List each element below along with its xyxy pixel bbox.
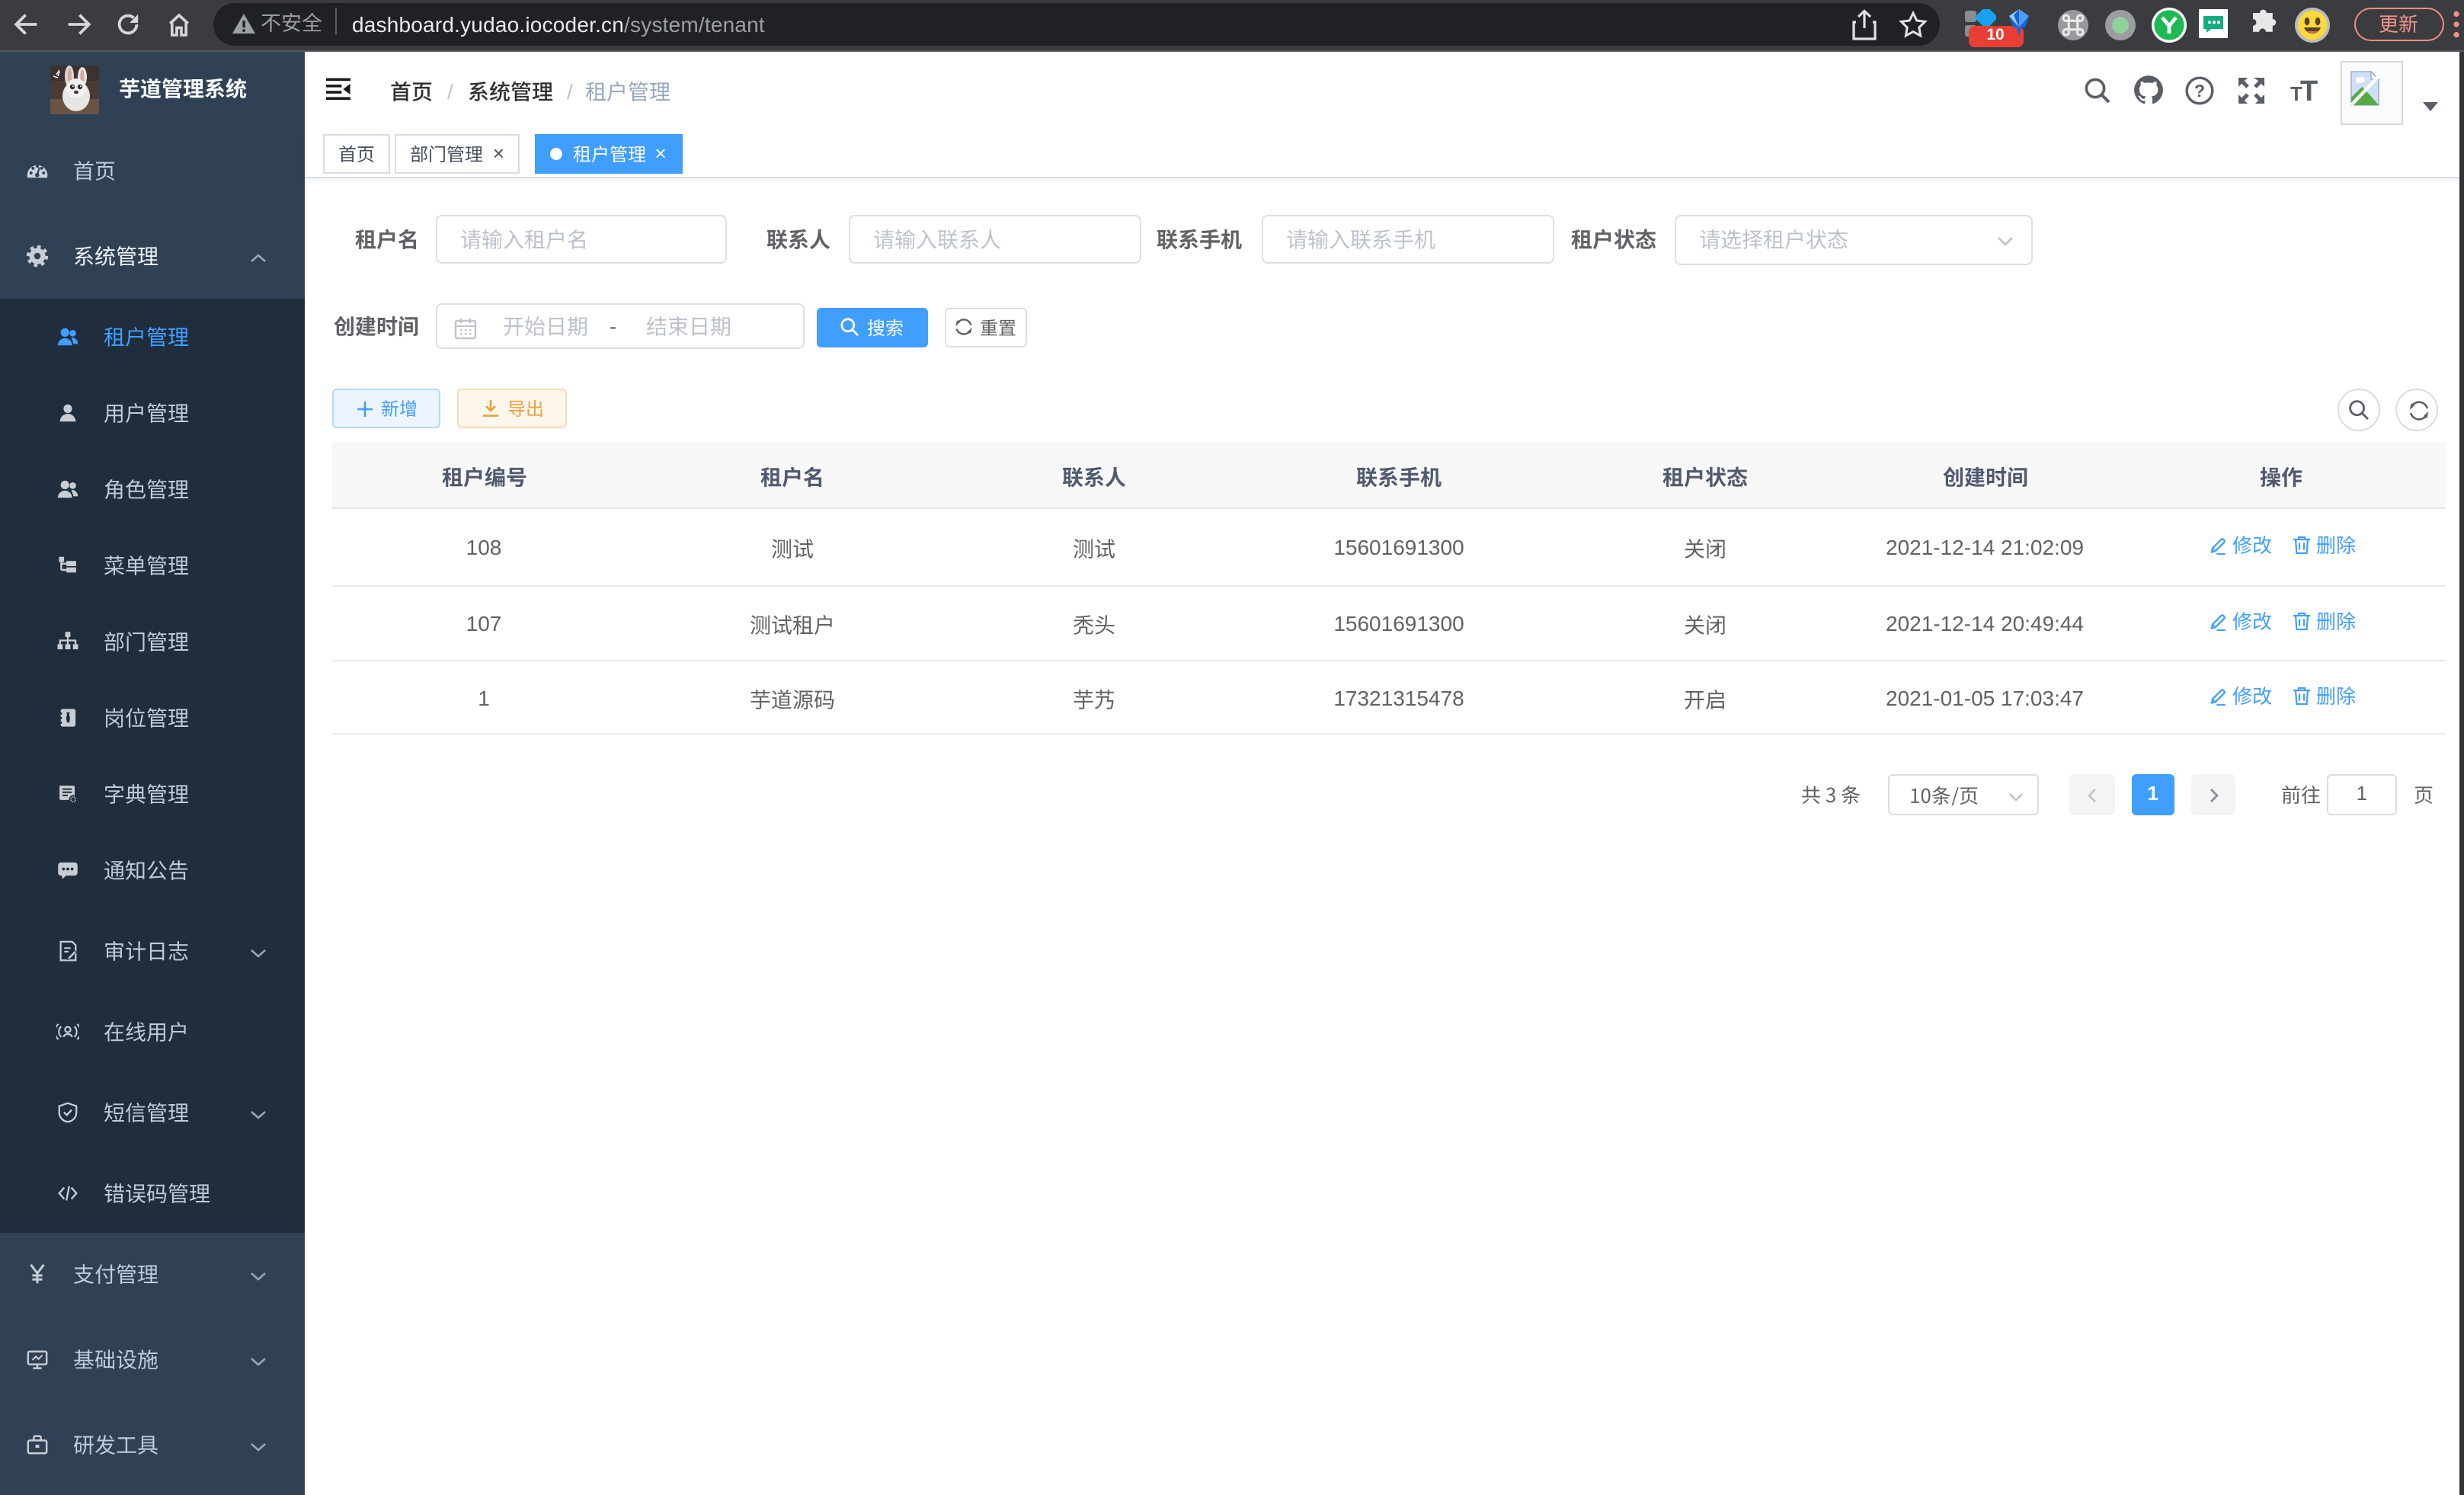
svg-text:T: T	[2300, 75, 2318, 105]
svg-text:?: ?	[2194, 80, 2205, 100]
